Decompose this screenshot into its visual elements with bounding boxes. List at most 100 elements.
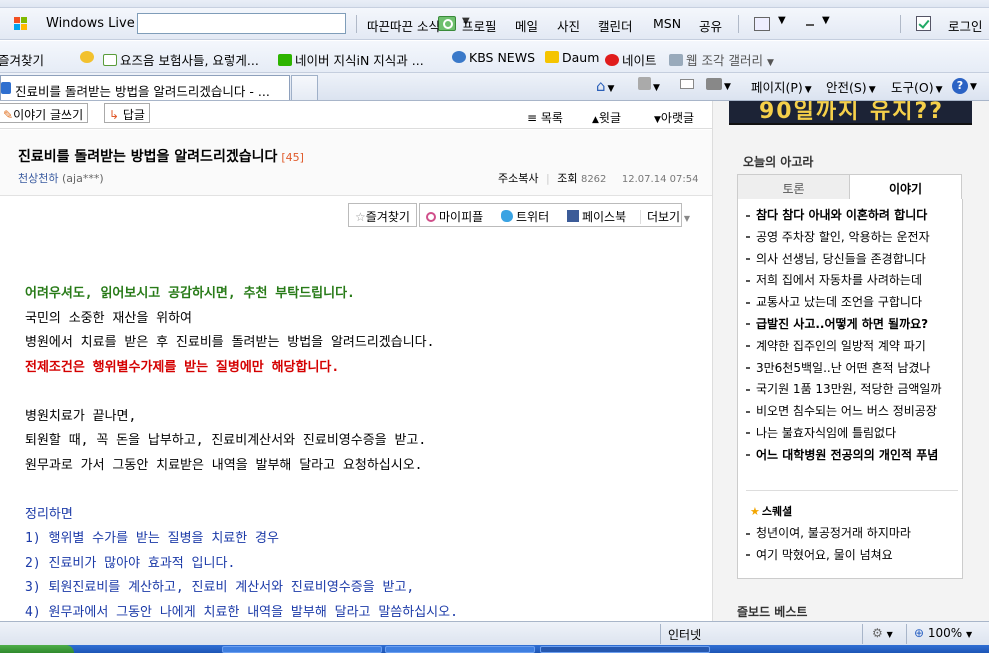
share-group: 마이피플 트위터 페이스북 더보기 ▼: [419, 203, 691, 227]
issue-item[interactable]: 비오면 침수되는 어느 버스 정비공장: [746, 401, 958, 423]
new-tab-button[interactable]: [291, 75, 318, 100]
status-bar: 인터넷 ⚙ ▼ ⊕ 100% ▼: [0, 621, 989, 645]
taskbar-item[interactable]: [385, 646, 535, 653]
favorite-item-nate[interactable]: 네이트: [605, 50, 657, 69]
favorites-button[interactable]: 즐겨찾기: [0, 50, 44, 69]
start-button[interactable]: [0, 645, 74, 653]
mypeople-button[interactable]: 마이피플: [426, 210, 483, 224]
tab-story[interactable]: 이야기: [849, 174, 962, 200]
favorite-item-daum[interactable]: Daum: [545, 50, 599, 65]
pencil-icon: ✎: [3, 108, 14, 122]
toolbar-link-profile[interactable]: 프로필: [462, 16, 497, 35]
post-meta: 주소복사 | 조회 8262 12.07.14 07:54: [498, 170, 698, 186]
read-mail-button[interactable]: [680, 77, 694, 92]
tab-debate[interactable]: 토론: [737, 174, 850, 200]
twitter-button[interactable]: 트위터: [501, 210, 549, 224]
favorite-item-insurance[interactable]: 요즈음 보험사들, 요렇게...: [103, 50, 259, 69]
taskbar-item[interactable]: [540, 646, 710, 653]
ie-page-icon: [452, 51, 466, 63]
login-link[interactable]: 로그인: [948, 16, 983, 35]
comment-count[interactable]: [45]: [281, 151, 304, 164]
today-agora-heading: 오늘의 아고라: [743, 155, 814, 169]
toolbar-link-share[interactable]: 공유: [699, 16, 722, 35]
bullet-icon: [746, 388, 750, 391]
browser-tab-active[interactable]: 진료비를 돌려받는 방법을 알려드리겠습니다 - ...: [0, 75, 290, 100]
toolbar-link-msn[interactable]: MSN: [653, 16, 681, 31]
search-input[interactable]: [138, 14, 298, 33]
issue-item[interactable]: 교통사고 났는데 조언을 구합니다: [746, 292, 958, 314]
favorite-label: Daum: [562, 50, 600, 65]
web-slice-icon: [669, 54, 683, 66]
copy-address-link[interactable]: 주소복사: [498, 172, 538, 185]
zoom-level: 100%: [927, 626, 963, 640]
issue-item[interactable]: 급발진 사고..어떻게 하면 될까요?: [746, 314, 958, 336]
bullet-icon: [746, 367, 750, 370]
chevron-down-icon: ▼: [766, 58, 774, 68]
issue-item[interactable]: 저희 집에서 자동차를 사려하는데: [746, 270, 958, 292]
next-post-link[interactable]: ▼아랫글: [654, 109, 694, 126]
printer-icon: [706, 78, 722, 90]
article-area: ✎이야기 글쓰기 ↳ 답글 ≡ 목록 ▲윗글 ▼아랫글 진료비를 돌려받는 방법…: [0, 101, 712, 621]
toolbar-link-photo[interactable]: 사진: [557, 16, 580, 35]
favorite-item-naver[interactable]: 네이버 지식iN 지식과 ...: [278, 50, 424, 69]
safety-menu[interactable]: 안전(S) ▼: [826, 77, 876, 96]
issue-item[interactable]: 3만6천5백일..난 어떤 흔적 남겼나: [746, 358, 958, 380]
feeds-button[interactable]: ▼: [638, 77, 660, 93]
prev-post-link[interactable]: ▲윗글: [592, 109, 621, 126]
board-best-heading: 즐보드 베스트: [737, 605, 808, 619]
issue-item[interactable]: 어느 대학병원 전공의의 개인적 푸념: [746, 445, 958, 467]
issue-title: 국기원 1품 13만원, 적당한 금액일까: [756, 382, 942, 397]
search-go-button[interactable]: [438, 16, 456, 31]
special-item[interactable]: 청년이여, 불공정거래 하지마라: [746, 523, 958, 545]
issue-item[interactable]: 의사 선생님, 당신들을 존경합니다: [746, 249, 958, 271]
windows-live-label[interactable]: Windows Live: [46, 16, 135, 31]
add-favorite-button[interactable]: [80, 50, 97, 65]
list-link[interactable]: ≡ 목록: [527, 109, 563, 126]
print-button[interactable]: ▼: [706, 77, 731, 92]
post-body-line: 정리하면: [25, 506, 73, 522]
favorite-share-button[interactable]: ☆즐겨찾기: [348, 203, 417, 227]
tools-menu[interactable]: 도구(O) ▼: [891, 77, 943, 96]
special-item[interactable]: 여기 막혔어요, 물이 넘쳐요: [746, 545, 958, 567]
issue-item[interactable]: 국기원 1품 13만원, 적당한 금액일까: [746, 379, 958, 401]
help-button[interactable]: ? ▼: [952, 77, 977, 94]
post-body-line: 2) 진료비가 많아야 효과적 입니다.: [25, 555, 236, 571]
checkbox-icon[interactable]: [916, 16, 931, 31]
favorite-item-webslice[interactable]: 웹 조각 갤러리 ▼: [669, 50, 774, 69]
toolbar-link-calendar[interactable]: 캘린더: [598, 16, 633, 35]
windows-live-toolbar: Windows Live ▼ 따끈따끈 소식 프로필 메일 사진 캘린더 MSN…: [0, 8, 989, 40]
home-button[interactable]: ⌂ ▼: [596, 77, 614, 95]
reply-button[interactable]: ↳ 답글: [104, 103, 150, 123]
issue-item[interactable]: 나는 불효자식임에 틀림없다: [746, 423, 958, 445]
protected-mode-button[interactable]: ⚙ ▼: [872, 626, 893, 640]
write-story-button[interactable]: ✎이야기 글쓰기: [0, 103, 89, 123]
windows-taskbar: [0, 645, 989, 653]
window-icon[interactable]: [754, 17, 770, 31]
issue-item[interactable]: 계약한 집주인의 일방적 계약 파기: [746, 336, 958, 358]
author-id: (aja***): [61, 172, 104, 185]
chevron-down-icon[interactable]: ▼: [822, 15, 830, 26]
mypeople-icon: [426, 212, 436, 222]
toolbar-link-news[interactable]: 따끈따끈 소식: [367, 16, 440, 35]
favorite-share-label: 즐겨찾기: [365, 210, 410, 224]
favorite-item-kbs[interactable]: KBS NEWS: [452, 50, 535, 65]
post-header: 진료비를 돌려받는 방법을 알려드리겠습니다 [45] 천상천하 (aja***)…: [0, 130, 712, 196]
issue-item[interactable]: 참다 참다 아내와 이혼하려 합니다: [746, 205, 958, 227]
divider: [660, 624, 661, 644]
more-share-button[interactable]: 더보기 ▼: [639, 210, 691, 224]
zoom-button[interactable]: ⊕ 100% ▼: [914, 626, 972, 640]
page-menu[interactable]: 페이지(P) ▼: [751, 77, 812, 96]
facebook-button[interactable]: 페이스북: [566, 210, 626, 224]
favorite-label: KBS NEWS: [469, 50, 536, 65]
ad-banner[interactable]: 90일까지 유지??: [729, 101, 972, 125]
bullet-icon: [746, 554, 750, 557]
author-nickname[interactable]: 천상천하: [18, 172, 58, 185]
help-icon: ?: [952, 78, 968, 94]
chevron-down-icon[interactable]: ▼: [778, 15, 786, 26]
minimize-toolbar-icon[interactable]: [806, 24, 814, 26]
taskbar-item[interactable]: [222, 646, 382, 653]
toolbar-link-mail[interactable]: 메일: [515, 16, 538, 35]
issue-item[interactable]: 공영 주차장 할인, 악용하는 운전자: [746, 227, 958, 249]
post-body-line: 원무과로 가서 그동안 치료받은 내역을 발부해 달라고 요청하십시오.: [25, 457, 423, 473]
bullet-icon: [746, 258, 750, 261]
